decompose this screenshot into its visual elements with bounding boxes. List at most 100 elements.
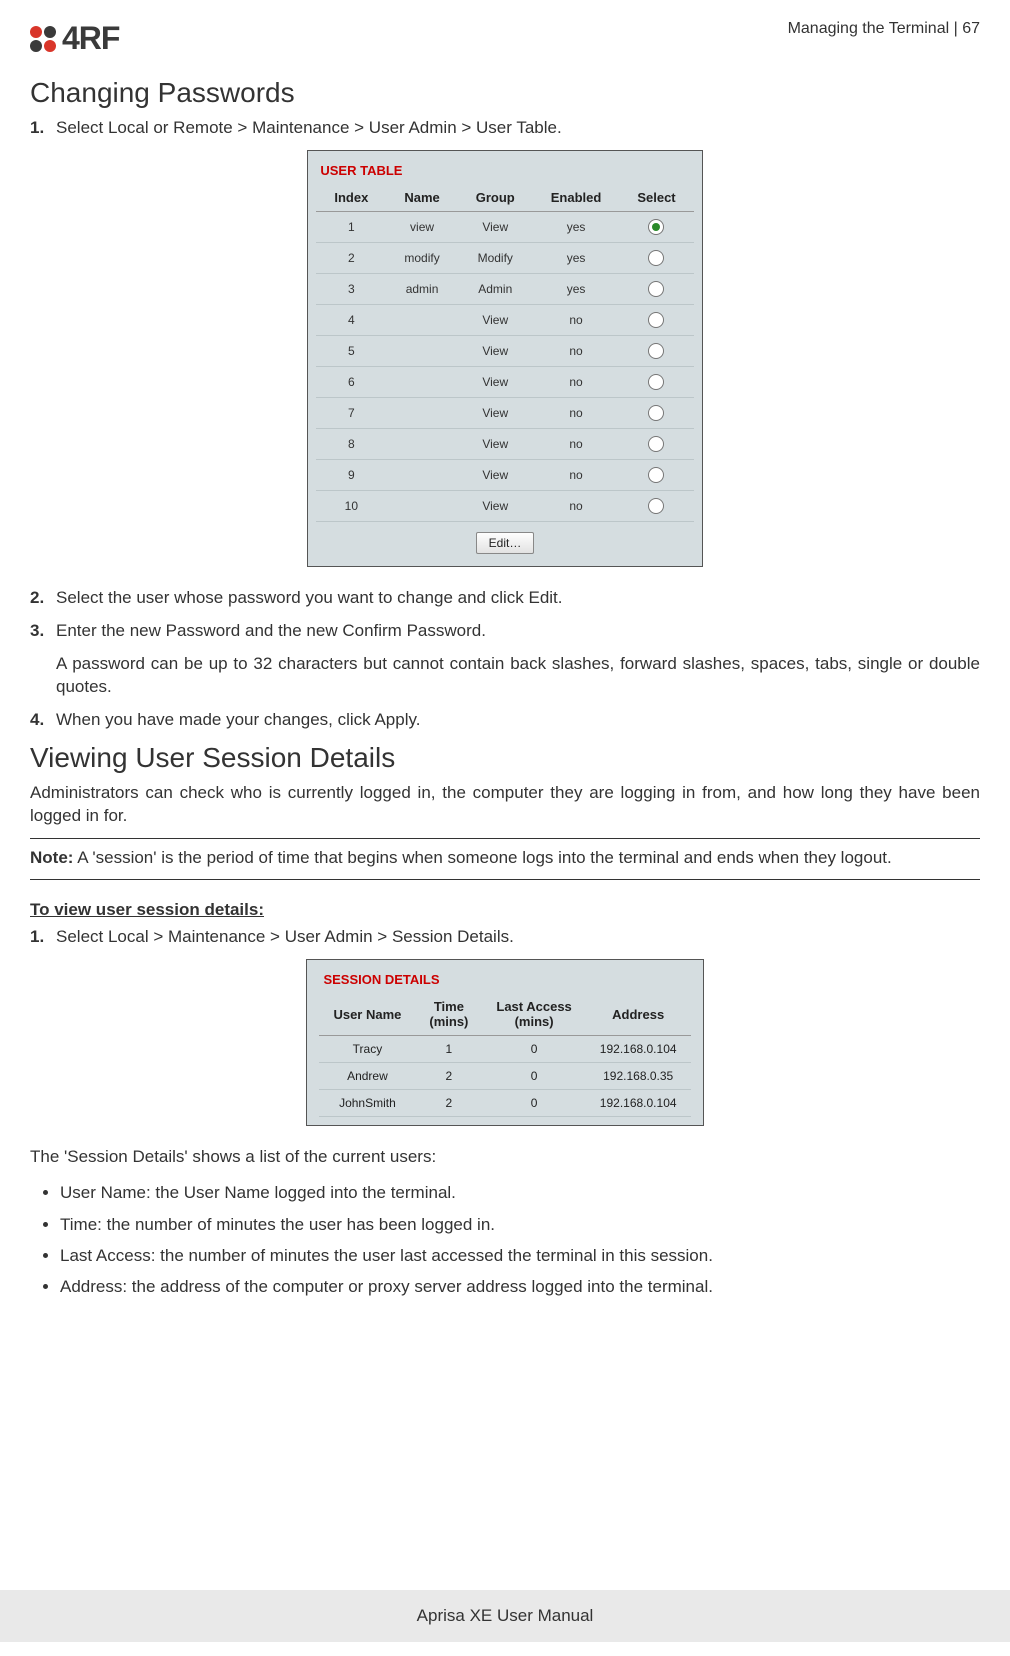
cell-name: admin <box>386 273 457 304</box>
logo: 4RF <box>30 20 119 57</box>
cell-name <box>386 459 457 490</box>
cell-name <box>386 366 457 397</box>
heading-viewing-session: Viewing User Session Details <box>30 742 980 774</box>
table-row: 4 Viewno <box>316 304 693 335</box>
cell-enabled: no <box>533 304 620 335</box>
cell-time: 2 <box>415 1090 482 1117</box>
radio-select[interactable] <box>648 467 664 483</box>
cell-enabled: no <box>533 335 620 366</box>
user-table: Index Name Group Enabled Select 1viewVie… <box>316 184 693 522</box>
radio-select[interactable] <box>648 312 664 328</box>
cell-name <box>386 335 457 366</box>
cell-group: View <box>458 459 533 490</box>
cell-select <box>619 211 693 242</box>
cell-group: View <box>458 304 533 335</box>
table-row: 10Viewno <box>316 490 693 521</box>
logo-text: 4RF <box>62 20 119 57</box>
cell-name: view <box>386 211 457 242</box>
cell-group: View <box>458 335 533 366</box>
cell-index: 2 <box>316 242 386 273</box>
step-number: 4. <box>30 709 56 732</box>
edit-button[interactable]: Edit… <box>476 532 535 554</box>
col-select: Select <box>619 184 693 212</box>
step-3: 3. Enter the new Password and the new Co… <box>30 620 980 643</box>
cell-select <box>619 304 693 335</box>
radio-select[interactable] <box>648 343 664 359</box>
radio-select[interactable] <box>648 281 664 297</box>
radio-select[interactable] <box>648 374 664 390</box>
cell-name <box>386 304 457 335</box>
step-text: Select Local or Remote > Maintenance > U… <box>56 117 980 140</box>
cell-name <box>386 397 457 428</box>
session-note: Note: A 'session' is the period of time … <box>30 847 980 870</box>
cell-enabled: no <box>533 490 620 521</box>
cell-select <box>619 397 693 428</box>
step-1: 1. Select Local or Remote > Maintenance … <box>30 117 980 140</box>
cell-select <box>619 428 693 459</box>
footer: Aprisa XE User Manual <box>0 1590 1010 1642</box>
table-row: 3adminAdminyes <box>316 273 693 304</box>
cell-enabled: yes <box>533 273 620 304</box>
step-text: Enter the new Password and the new Confi… <box>56 620 980 643</box>
list-item: Last Access: the number of minutes the u… <box>60 1242 980 1269</box>
cell-enabled: no <box>533 459 620 490</box>
cell-index: 9 <box>316 459 386 490</box>
table-row: Andrew20192.168.0.35 <box>319 1063 690 1090</box>
cell-index: 3 <box>316 273 386 304</box>
note-text: A 'session' is the period of time that b… <box>73 848 891 867</box>
cell-user: JohnSmith <box>319 1090 415 1117</box>
cell-enabled: yes <box>533 242 620 273</box>
cell-addr: 192.168.0.35 <box>586 1063 691 1090</box>
cell-select <box>619 459 693 490</box>
radio-select[interactable] <box>648 219 664 235</box>
radio-select[interactable] <box>648 498 664 514</box>
table-row: 1viewViewyes <box>316 211 693 242</box>
cell-user: Tracy <box>319 1036 415 1063</box>
cell-index: 4 <box>316 304 386 335</box>
cell-enabled: no <box>533 397 620 428</box>
session-table: User Name Time (mins) Last Access (mins)… <box>319 993 690 1117</box>
cell-index: 1 <box>316 211 386 242</box>
step-number: 3. <box>30 620 56 643</box>
step-text: When you have made your changes, click A… <box>56 709 980 732</box>
col-last: Last Access (mins) <box>482 993 585 1036</box>
step-2: 2. Select the user whose password you wa… <box>30 587 980 610</box>
col-username: User Name <box>319 993 415 1036</box>
radio-select[interactable] <box>648 436 664 452</box>
session-closing: The 'Session Details' shows a list of th… <box>30 1146 980 1169</box>
step-number: 1. <box>30 926 56 949</box>
cell-select <box>619 273 693 304</box>
col-time: Time (mins) <box>415 993 482 1036</box>
radio-select[interactable] <box>648 405 664 421</box>
session-step-1: 1. Select Local > Maintenance > User Adm… <box>30 926 980 949</box>
table-row: JohnSmith20192.168.0.104 <box>319 1090 690 1117</box>
session-intro: Administrators can check who is currentl… <box>30 782 980 828</box>
step-3-note: A password can be up to 32 characters bu… <box>56 653 980 699</box>
cell-group: View <box>458 490 533 521</box>
session-details-screenshot: SESSION DETAILS User Name Time (mins) La… <box>306 959 703 1126</box>
cell-enabled: yes <box>533 211 620 242</box>
cell-last: 0 <box>482 1063 585 1090</box>
list-item: Address: the address of the computer or … <box>60 1273 980 1300</box>
cell-group: View <box>458 428 533 459</box>
table-row: 7 Viewno <box>316 397 693 428</box>
cell-group: Admin <box>458 273 533 304</box>
cell-user: Andrew <box>319 1063 415 1090</box>
cell-group: View <box>458 397 533 428</box>
cell-index: 7 <box>316 397 386 428</box>
radio-select[interactable] <box>648 250 664 266</box>
user-table-title: USER TABLE <box>316 161 693 184</box>
cell-select <box>619 242 693 273</box>
table-row: 6Viewno <box>316 366 693 397</box>
cell-time: 2 <box>415 1063 482 1090</box>
cell-index: 8 <box>316 428 386 459</box>
cell-group: View <box>458 366 533 397</box>
cell-name: modify <box>386 242 457 273</box>
cell-select <box>619 366 693 397</box>
cell-enabled: no <box>533 366 620 397</box>
step-text: Select Local > Maintenance > User Admin … <box>56 926 980 949</box>
note-label: Note: <box>30 848 73 867</box>
cell-addr: 192.168.0.104 <box>586 1036 691 1063</box>
table-row: 5Viewno <box>316 335 693 366</box>
col-index: Index <box>316 184 386 212</box>
